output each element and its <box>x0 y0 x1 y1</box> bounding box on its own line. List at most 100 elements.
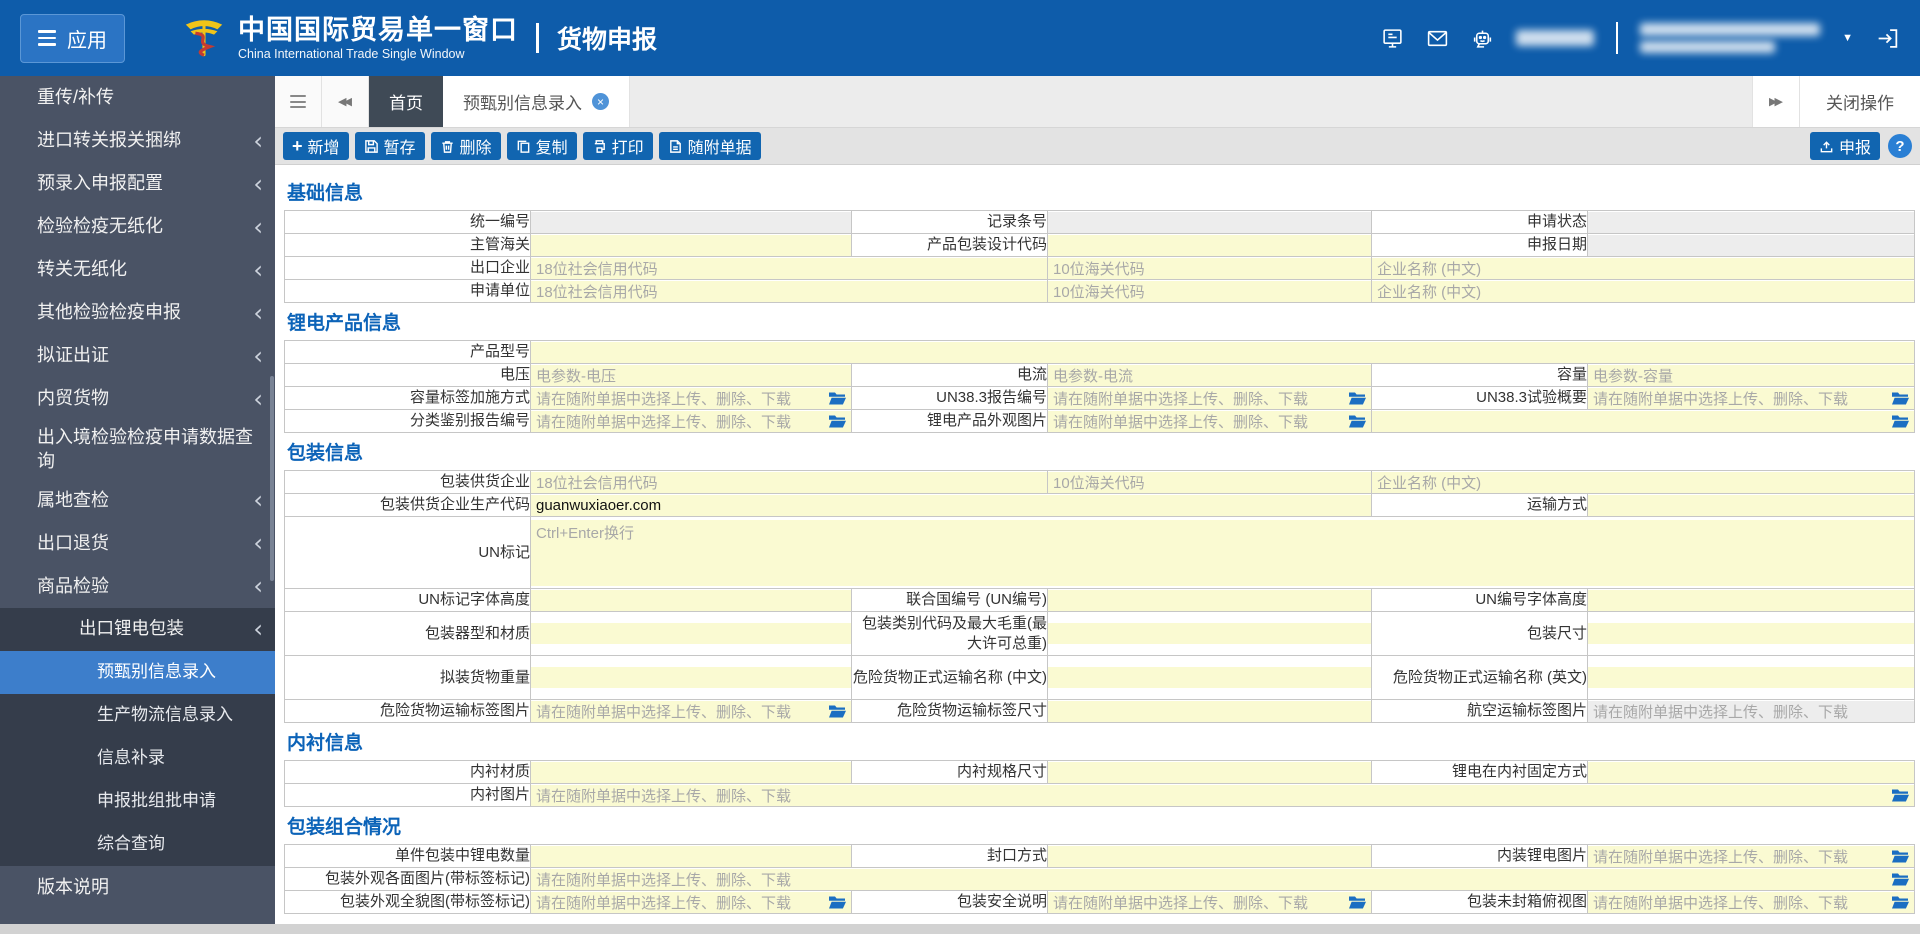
delete-button[interactable]: 删除 <box>431 132 501 160</box>
sidebar-item-5[interactable]: 其他检验检疫申报‹ <box>0 291 275 334</box>
sidebar-item-18[interactable]: 版本说明 <box>0 866 275 909</box>
form-field[interactable] <box>531 667 851 688</box>
form-field[interactable] <box>1048 235 1371 256</box>
form-field[interactable] <box>1048 623 1371 644</box>
form-field[interactable]: 请在随附单据中选择上传、删除、下载 <box>531 785 1914 806</box>
form-field[interactable]: 10位海关代码 <box>1048 258 1371 279</box>
sidebar-item-13[interactable]: 预甄别信息录入 <box>0 651 275 694</box>
sidebar-item-15[interactable]: 信息补录 <box>0 737 275 780</box>
folder-icon[interactable] <box>1349 896 1366 909</box>
sidebar-item-0[interactable]: 重传/补传 <box>0 76 275 119</box>
folder-icon[interactable] <box>829 896 846 909</box>
form-field[interactable]: 请在随附单据中选择上传、删除、下载 <box>531 892 851 913</box>
form-field[interactable]: 10位海关代码 <box>1048 472 1371 493</box>
folder-icon[interactable] <box>1892 392 1909 405</box>
folder-icon[interactable] <box>1349 392 1366 405</box>
form-field[interactable] <box>1588 623 1914 644</box>
form-field[interactable]: guanwuxiaoer.com <box>531 495 1371 516</box>
folder-icon[interactable] <box>1892 415 1909 428</box>
robot-icon[interactable] <box>1471 27 1494 50</box>
form-field[interactable]: 请在随附单据中选择上传、删除、下载 <box>1588 701 1914 722</box>
tab-prescreen-entry[interactable]: 预甄别信息录入 × <box>443 76 630 127</box>
form-field[interactable] <box>1048 762 1371 783</box>
sidebar-item-4[interactable]: 转关无纸化‹ <box>0 248 275 291</box>
form-field[interactable]: 请在随附单据中选择上传、删除、下载 <box>1048 388 1371 409</box>
form-field[interactable]: 18位社会信用代码 <box>531 472 1047 493</box>
form-field[interactable] <box>531 846 851 867</box>
sidebar-item-7[interactable]: 内贸货物‹ <box>0 377 275 420</box>
form-field[interactable] <box>1048 701 1371 722</box>
form-field[interactable] <box>1588 212 1914 233</box>
sidebar-item-10[interactable]: 出口退货‹ <box>0 522 275 565</box>
sidebar-item-1[interactable]: 进口转关报关捆绑‹ <box>0 119 275 162</box>
mail-icon[interactable] <box>1426 27 1449 50</box>
form-field[interactable]: 请在随附单据中选择上传、删除、下载 <box>531 388 851 409</box>
folder-icon[interactable] <box>1892 896 1909 909</box>
form-field[interactable] <box>1372 411 1914 432</box>
form-field[interactable]: 18位社会信用代码 <box>531 258 1047 279</box>
folder-icon[interactable] <box>829 415 846 428</box>
form-field[interactable]: 请在随附单据中选择上传、删除、下载 <box>531 869 1914 890</box>
form-field[interactable]: 请在随附单据中选择上传、删除、下载 <box>1588 892 1914 913</box>
tab-menu-button[interactable] <box>275 76 322 127</box>
folder-icon[interactable] <box>829 705 846 718</box>
dropdown-caret-icon[interactable]: ▼ <box>1842 32 1853 44</box>
apps-menu-button[interactable]: 应用 <box>20 14 125 63</box>
form-field[interactable]: 请在随附单据中选择上传、删除、下载 <box>1588 846 1914 867</box>
form-field[interactable] <box>1588 235 1914 256</box>
form-field[interactable]: 企业名称 (中文) <box>1372 281 1914 302</box>
tab-home[interactable]: 首页 <box>369 76 443 127</box>
form-field[interactable] <box>531 762 851 783</box>
folder-icon[interactable] <box>1892 873 1909 886</box>
scroll-tabs-right-button[interactable]: ▶▶ <box>1752 76 1799 127</box>
form-field[interactable] <box>1588 667 1914 688</box>
close-operations-menu[interactable]: 关闭操作 <box>1799 76 1920 127</box>
sidebar-item-12[interactable]: 出口锂电包装‹ <box>0 608 275 651</box>
sidebar-item-16[interactable]: 申报批组批申请 <box>0 780 275 823</box>
form-field[interactable]: 电参数-电压 <box>531 365 851 386</box>
form-field[interactable]: 请在随附单据中选择上传、删除、下载 <box>1588 388 1914 409</box>
form-field[interactable] <box>531 623 851 644</box>
help-icon[interactable]: ? <box>1888 134 1912 158</box>
sidebar-item-17[interactable]: 综合查询 <box>0 823 275 866</box>
folder-icon[interactable] <box>1349 415 1366 428</box>
form-textarea[interactable]: Ctrl+Enter换行 <box>531 520 1914 586</box>
form-field[interactable] <box>531 235 851 256</box>
attached-documents-button[interactable]: 随附单据 <box>659 132 761 160</box>
declare-button[interactable]: 申报 <box>1810 132 1880 160</box>
form-field[interactable] <box>1048 846 1371 867</box>
folder-icon[interactable] <box>829 392 846 405</box>
close-tab-icon[interactable]: × <box>592 93 609 110</box>
form-field[interactable]: 请在随附单据中选择上传、删除、下载 <box>1048 892 1371 913</box>
sidebar-item-3[interactable]: 检验检疫无纸化‹ <box>0 205 275 248</box>
form-field[interactable] <box>1588 495 1914 516</box>
logout-icon[interactable] <box>1875 26 1900 51</box>
form-field[interactable]: 10位海关代码 <box>1048 281 1371 302</box>
temp-save-button[interactable]: 暂存 <box>355 132 425 160</box>
form-field[interactable]: 请在随附单据中选择上传、删除、下载 <box>531 701 851 722</box>
sidebar-item-9[interactable]: 属地查检‹ <box>0 479 275 522</box>
form-field[interactable] <box>1048 667 1371 688</box>
sidebar-item-2[interactable]: 预录入申报配置‹ <box>0 162 275 205</box>
form-field[interactable]: 请在随附单据中选择上传、删除、下载 <box>1048 411 1371 432</box>
sidebar-item-14[interactable]: 生产物流信息录入 <box>0 694 275 737</box>
form-field[interactable]: 电参数-电流 <box>1048 365 1371 386</box>
form-field[interactable] <box>531 212 851 233</box>
form-field[interactable]: 请在随附单据中选择上传、删除、下载 <box>531 411 851 432</box>
scroll-tabs-left-button[interactable]: ◀◀ <box>322 76 369 127</box>
form-field[interactable] <box>1048 212 1371 233</box>
sidebar-item-6[interactable]: 拟证出证‹ <box>0 334 275 377</box>
sidebar-item-11[interactable]: 商品检验‹ <box>0 565 275 608</box>
form-field[interactable]: 18位社会信用代码 <box>531 281 1047 302</box>
screen-icon[interactable] <box>1381 27 1404 50</box>
form-field[interactable]: 企业名称 (中文) <box>1372 258 1914 279</box>
form-field[interactable] <box>1048 590 1371 611</box>
print-button[interactable]: 打印 <box>583 132 653 160</box>
form-field[interactable]: 企业名称 (中文) <box>1372 472 1914 493</box>
add-button[interactable]: +新增 <box>283 132 349 160</box>
folder-icon[interactable] <box>1892 850 1909 863</box>
copy-button[interactable]: 复制 <box>507 132 577 160</box>
form-field[interactable]: 电参数-容量 <box>1588 365 1914 386</box>
folder-icon[interactable] <box>1892 789 1909 802</box>
form-field[interactable] <box>531 342 1914 363</box>
